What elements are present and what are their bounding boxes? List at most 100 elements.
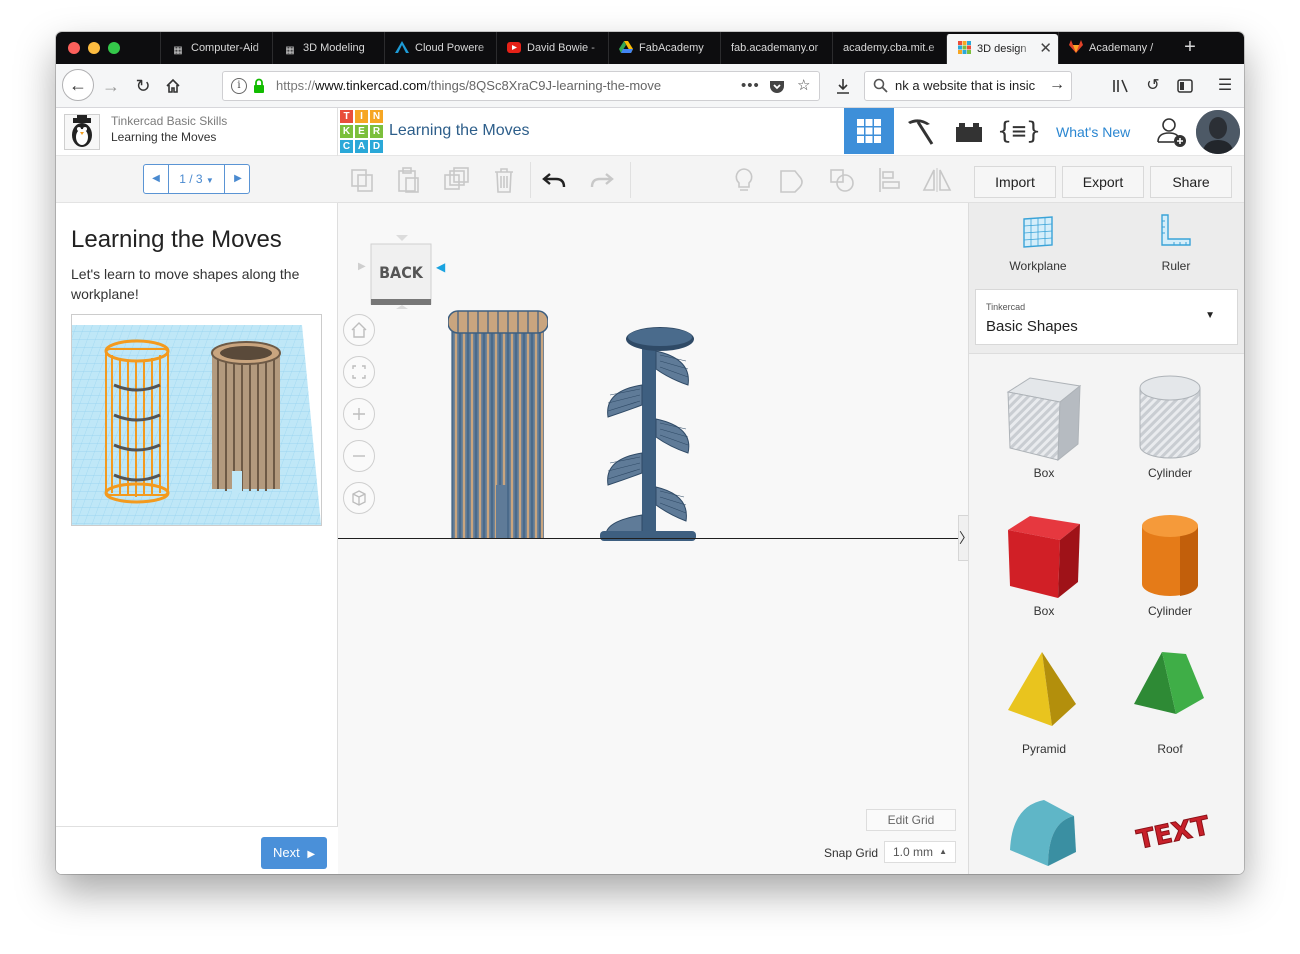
shape-box[interactable]: Box [981, 510, 1107, 640]
bookmark-star-icon[interactable]: ☆ [797, 72, 810, 100]
profile-avatar[interactable] [1196, 110, 1240, 154]
tab-3d-modeling[interactable]: ▦ 3D Modeling [272, 32, 384, 64]
codeblocks-button[interactable]: {≡} [994, 108, 1044, 154]
design-title[interactable]: Learning the Moves [389, 122, 530, 140]
lesson-name: Learning the Moves [111, 130, 217, 144]
workplane-canvas[interactable]: BACK ▶ ◀ 〉 Edit Grid Snap Grid 1.0 mm ▲ [338, 203, 973, 874]
minimize-window-button[interactable] [88, 42, 100, 54]
menu-icon[interactable]: ☰ [1212, 71, 1238, 101]
import-button[interactable]: Import [974, 166, 1056, 198]
workplane-tool[interactable]: Workplane [969, 203, 1107, 278]
shape-round-roof[interactable] [981, 786, 1107, 874]
tab-fab-academany[interactable]: fab.academany.or [720, 32, 832, 64]
delete-icon[interactable] [490, 166, 518, 194]
shape-cylinder-hole[interactable]: Cylinder [1107, 372, 1233, 502]
grid-icon [857, 119, 881, 147]
shape-label: Box [1033, 604, 1055, 618]
search-bar[interactable]: nk a website that is insic → [864, 71, 1072, 101]
home-button[interactable] [158, 71, 188, 101]
minecraft-button[interactable] [894, 108, 944, 154]
tab-computer-aided[interactable]: ▦ Computer-Aid [160, 32, 272, 64]
edit-grid-button[interactable]: Edit Grid [866, 809, 956, 831]
shapes-grid: Box Cylinder Box Cylinder Pyramid Roof T… [969, 353, 1244, 874]
orbit-left-icon[interactable]: ▶ [358, 261, 366, 272]
mirror-icon[interactable] [922, 166, 952, 194]
duplicate-icon[interactable] [442, 166, 470, 194]
minus-icon [344, 455, 374, 475]
new-tab-button[interactable]: + [1179, 32, 1201, 64]
history-icon[interactable]: ↺ [1140, 71, 1166, 101]
lesson-title: Learning the Moves [71, 226, 282, 253]
paste-icon[interactable] [394, 166, 422, 194]
pocket-icon[interactable] [769, 72, 785, 104]
tab-label: David Bowie - [527, 42, 595, 54]
tinkercad-logo[interactable]: T I N K E R C A D [340, 110, 384, 154]
fit-view-button[interactable] [343, 356, 375, 388]
page-content: Tinkercad Basic Skills Learning the Move… [56, 108, 1244, 874]
close-window-button[interactable] [68, 42, 80, 54]
zoom-in-button[interactable] [343, 398, 375, 430]
box-hole-icon [1004, 377, 1084, 466]
step-select[interactable]: 1 / 3 ▼ [168, 165, 225, 193]
search-go-icon[interactable]: → [1049, 76, 1065, 94]
collapse-panel-handle[interactable]: 〉 [958, 515, 973, 561]
share-button[interactable]: Share [1150, 166, 1232, 198]
slatted-tower-object[interactable] [447, 309, 549, 546]
shape-pyramid[interactable]: Pyramid [981, 648, 1107, 778]
copy-icon[interactable] [348, 166, 376, 194]
back-button[interactable]: ← [62, 69, 94, 101]
view-cube[interactable]: BACK [370, 235, 434, 314]
sidebar-icon[interactable] [1172, 71, 1198, 101]
ruler-tool[interactable]: Ruler [1107, 203, 1244, 278]
snap-grid-select[interactable]: 1.0 mm ▲ [884, 841, 956, 863]
shape-library-select[interactable]: Tinkercad Basic Shapes ▼ [975, 289, 1238, 345]
whats-new-link[interactable]: What's New [1056, 124, 1130, 140]
perspective-button[interactable] [343, 482, 375, 514]
ruler-label: Ruler [1161, 259, 1191, 273]
gitlab-icon [1069, 40, 1083, 53]
tab-3d-design[interactable]: 3D design ✕ [946, 34, 1058, 64]
shape-roof[interactable]: Roof [1107, 648, 1233, 778]
shape-box-hole[interactable]: Box [981, 372, 1107, 502]
ungroup-icon[interactable] [828, 166, 856, 194]
3d-view-button[interactable] [844, 108, 894, 154]
library-icon[interactable] [1108, 71, 1134, 101]
maximize-window-button[interactable] [108, 42, 120, 54]
export-button[interactable]: Export [1062, 166, 1144, 198]
orbit-right-icon[interactable]: ◀ [436, 260, 445, 274]
view-cube-label: BACK [379, 263, 423, 282]
shape-text[interactable]: TEXT [1107, 786, 1233, 874]
align-icon[interactable] [876, 166, 904, 194]
lesson-pager-area: ◀ 1 / 3 ▼ ▶ [56, 156, 338, 203]
reload-button[interactable]: ↻ [128, 71, 158, 101]
next-step-button[interactable]: ▶ [226, 165, 250, 193]
search-input: nk a website that is insic [895, 78, 1036, 93]
home-view-button[interactable] [343, 314, 375, 346]
spiral-staircase-object[interactable] [600, 325, 700, 546]
bricks-button[interactable] [944, 108, 994, 154]
zoom-out-button[interactable] [343, 440, 375, 472]
tab-academany[interactable]: Academany / [1058, 32, 1170, 64]
close-tab-icon[interactable]: ✕ [1039, 34, 1052, 64]
action-bar: Import Export Share [968, 156, 1244, 203]
tab-academy-cba[interactable]: academy.cba.mit.e [832, 32, 946, 64]
shape-cylinder[interactable]: Cylinder [1107, 510, 1233, 640]
url-scheme: https:// [276, 78, 316, 93]
downloads-icon[interactable] [830, 71, 856, 101]
url-bar[interactable]: i https://www.tinkercad.com/things/8QSc8… [222, 71, 820, 101]
tab-fabacademy[interactable]: FabAcademy [608, 32, 720, 64]
undo-icon[interactable] [540, 166, 568, 194]
group-icon[interactable] [778, 166, 806, 194]
redo-icon[interactable] [588, 166, 616, 194]
site-info-icon[interactable]: i [231, 78, 247, 94]
lightbulb-icon[interactable] [730, 166, 758, 194]
lock-icon [253, 78, 265, 94]
next-button[interactable]: Next ▶ [261, 837, 327, 869]
prev-step-button[interactable]: ◀ [144, 165, 168, 193]
page-actions-icon[interactable]: ••• [741, 72, 760, 100]
tab-david-bowie[interactable]: David Bowie - [496, 32, 608, 64]
forward-button[interactable]: → [96, 71, 126, 101]
add-user-icon[interactable] [1156, 116, 1188, 153]
tab-cloud-powered[interactable]: Cloud Powere [384, 32, 496, 64]
round-roof-icon [1004, 800, 1084, 874]
